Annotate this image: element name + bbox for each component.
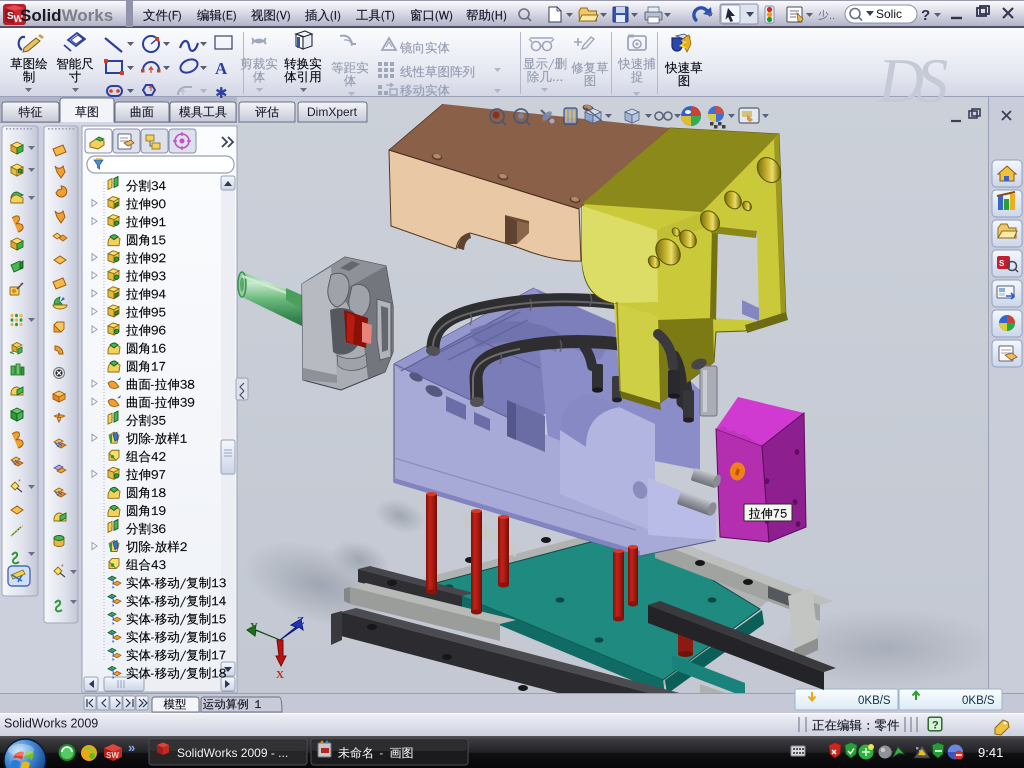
svg-text:?: ? <box>932 720 939 732</box>
svg-text:Y: Y <box>250 621 258 633</box>
svg-text:SW: SW <box>106 751 119 760</box>
svg-text:Solic: Solic <box>876 7 902 21</box>
svg-text:SolidWorks 2009: SolidWorks 2009 <box>4 717 98 731</box>
svg-text:0KB/S: 0KB/S <box>858 695 891 707</box>
svg-text:Z: Z <box>297 615 304 627</box>
svg-text:SolidWorks: SolidWorks <box>20 6 113 25</box>
svg-text:9:41: 9:41 <box>978 745 1003 760</box>
svg-text:DimXpert: DimXpert <box>307 105 358 119</box>
svg-text:X: X <box>276 669 284 681</box>
svg-text:»: » <box>128 740 135 755</box>
svg-text:少..: 少.. <box>818 9 835 22</box>
svg-text:*: * <box>61 564 64 571</box>
svg-text:?: ? <box>921 7 930 24</box>
svg-text:SolidWorks 2009 - ...: SolidWorks 2009 - ... <box>177 746 288 760</box>
svg-text:DS: DS <box>877 45 948 116</box>
svg-text:*: * <box>18 479 21 486</box>
svg-text:✱: ✱ <box>215 85 228 102</box>
svg-text:0KB/S: 0KB/S <box>962 695 995 707</box>
svg-text:S: S <box>999 259 1005 268</box>
svg-text:A: A <box>215 59 228 78</box>
